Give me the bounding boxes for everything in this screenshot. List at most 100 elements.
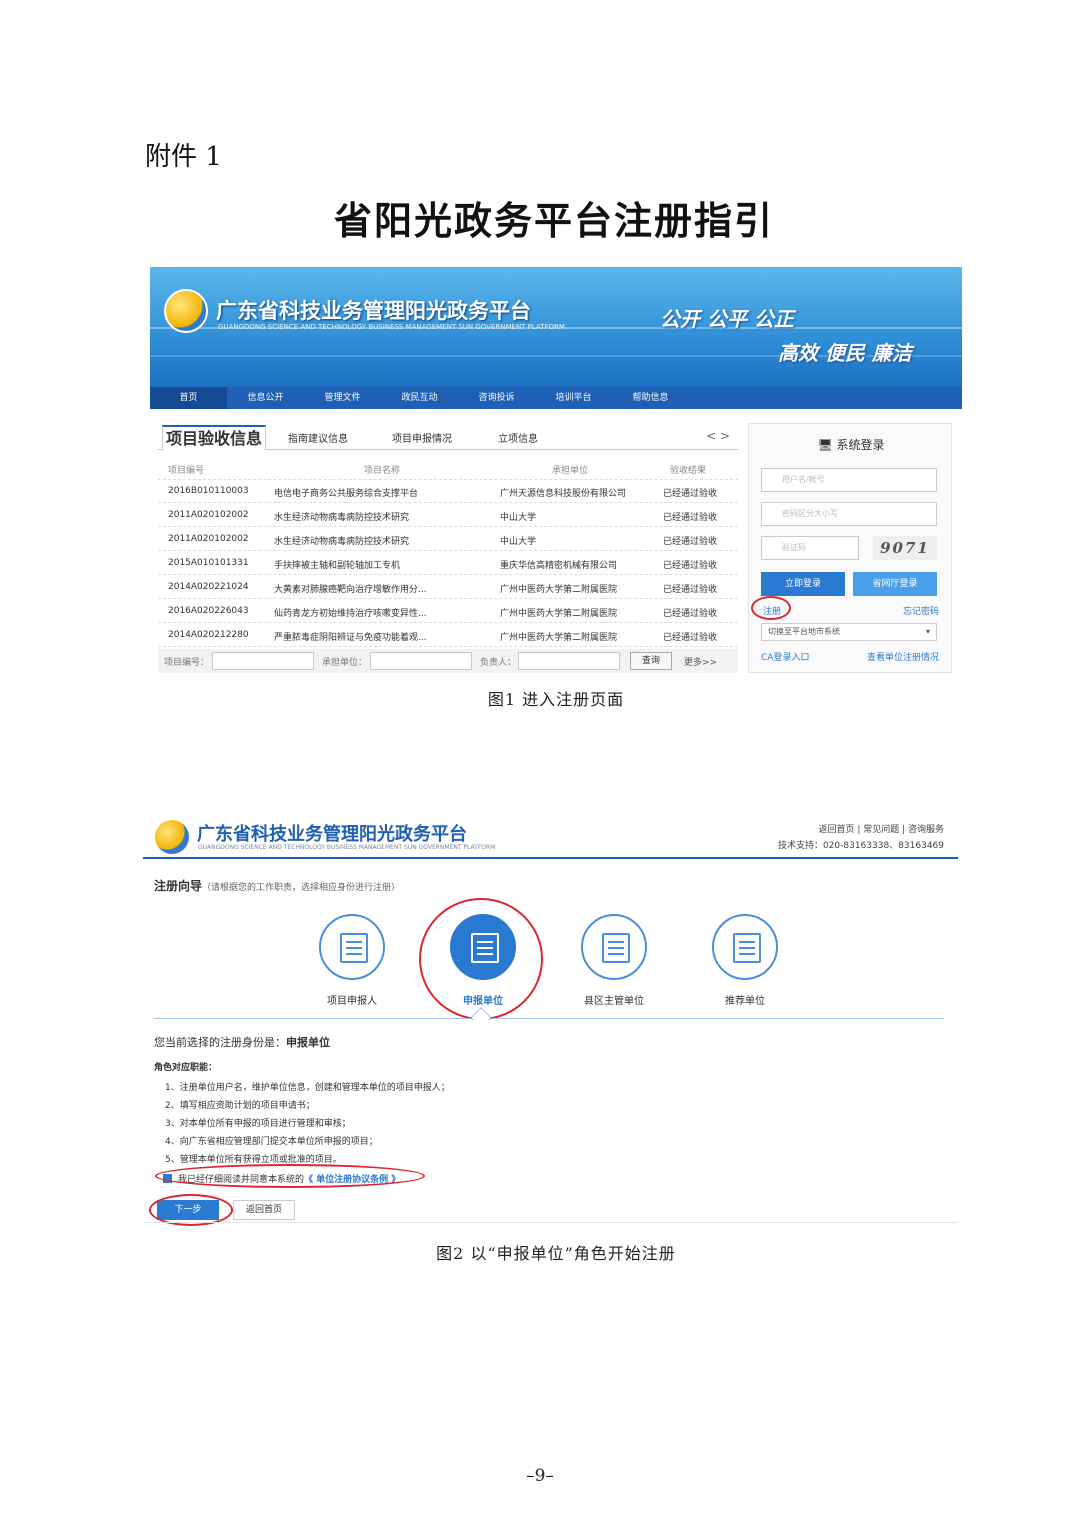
banner-slogan-2: 高效 便民 廉洁 (778, 341, 912, 365)
table-header-row: 项目编号 项目名称 承担单位 验收结果 (158, 457, 738, 480)
nav-help[interactable]: 帮助信息 (612, 387, 689, 409)
role-label-applicant: 项目申报人 (327, 996, 377, 1007)
cell-result: 已经通过验收 (663, 537, 718, 547)
duty-item: 1、注册单位用户名，维护单位信息，创建和管理本单位的项目申报人； (165, 1083, 450, 1093)
city-system-select[interactable]: 切换至平台地市系统 ▾ (761, 623, 937, 641)
table-row[interactable]: 2014A020221024 大黄素对肺腺癌靶向治疗增敏作用分... 广州中医药… (158, 576, 738, 599)
chevron-down-icon: ▾ (925, 627, 930, 636)
login-button[interactable]: 立即登录 (761, 572, 845, 596)
cell-unit: 广州天源信息科技股份有限公司 (500, 489, 627, 499)
highlight-circle (419, 898, 543, 1020)
platform-logo-icon (155, 820, 189, 854)
check-unit-registration-link[interactable]: 查看单位注册情况 (867, 650, 939, 663)
password-input[interactable]: 密码区分大小写 (761, 502, 937, 526)
login-title: 🖥 系统登录 (749, 436, 953, 453)
cell-result: 已经通过验收 (663, 585, 718, 595)
role-label-recommending-unit: 推荐单位 (725, 996, 765, 1007)
highlight-circle (155, 1164, 425, 1188)
duty-item: 2、填写相应资助计划的项目申请书； (165, 1101, 315, 1111)
table-row[interactable]: 2016A020226043 仙药青龙方初始维持治疗咳嗽变异性... 广州中医药… (158, 600, 738, 623)
figure-1-screenshot: 广东省科技业务管理阳光政务平台 GUANGDONG SCIENCE AND TE… (150, 267, 962, 677)
table-row[interactable]: 2014A020212280 严重脓毒症阴阳辨证与免疫功能着观... 广州中医药… (158, 624, 738, 647)
nav-info-public[interactable]: 信息公开 (227, 387, 304, 409)
divider (154, 1018, 944, 1019)
nav-home[interactable]: 首页 (150, 387, 227, 409)
tab-approval-info[interactable]: 立项信息 (498, 430, 538, 445)
column-header: 验收结果 (670, 466, 707, 476)
table-row[interactable]: 2016B010110003 电信电子商务公共服务综合支撑平台 广州天源信息科技… (158, 480, 738, 503)
nav-training[interactable]: 培训平台 (535, 387, 612, 409)
banner-subtitle: GUANGDONG SCIENCE AND TECHNOLOGY BUSINES… (218, 323, 565, 331)
search-label-unit: 承担单位： (322, 658, 368, 668)
current-role-prefix: 您当前选择的注册身份是： (154, 1036, 286, 1049)
duties-title: 角色对应职能： (154, 1063, 218, 1073)
search-bar: 项目编号： 承担单位： 负责人： 查询 更多>> (158, 649, 738, 673)
cell-name[interactable]: 手扶摔被主轴和副轮轴加工专机 (274, 558, 400, 571)
duty-item: 3、对本单位所有申报的项目进行管理和审核； (165, 1119, 351, 1129)
duty-item: 4、向广东省相应管理部门提交本单位所申报的项目； (165, 1137, 378, 1147)
provincial-hall-login-button[interactable]: 省网厅登录 (853, 572, 937, 596)
more-link[interactable]: 更多>> (684, 655, 717, 668)
document-title: 省阳光政务平台注册指引 (333, 198, 774, 243)
cell-name[interactable]: 仙药青龙方初始维持治疗咳嗽变异性... (274, 606, 427, 619)
unit-input[interactable] (370, 652, 472, 670)
info-tabs: 项目验收信息 指南建议信息 项目申报情况 立项信息 < > (158, 425, 738, 450)
guide-hint: （请根据您的工作职责，选择相应身份进行注册） (202, 883, 401, 893)
platform-logo-icon (164, 289, 208, 333)
query-button[interactable]: 查询 (630, 652, 672, 670)
figure-1-caption: 图1 进入注册页面 (487, 690, 625, 709)
nav-interaction[interactable]: 政民互动 (381, 387, 458, 409)
ca-login-link[interactable]: CA登录入口 (761, 650, 809, 663)
cell-name[interactable]: 大黄素对肺腺癌靶向治疗增敏作用分... (274, 582, 427, 595)
tab-acceptance-info[interactable]: 项目验收信息 (162, 425, 266, 450)
tab-scroll-arrows-icon[interactable]: < > (706, 429, 730, 443)
cell-unit: 中山大学 (500, 513, 537, 523)
header-rule (143, 857, 958, 859)
search-label-code: 项目编号： (164, 658, 210, 668)
tech-support: 技术支持：020-83163338、83163469 (777, 841, 944, 851)
login-title-text: 系统登录 (836, 438, 885, 452)
page-number: –9– (526, 1466, 554, 1486)
cell-name[interactable]: 水生经济动物病毒病防控技术研究 (274, 534, 409, 547)
table-row[interactable]: 2011A020102002 水生经济动物病毒病防控技术研究 中山大学 已经通过… (158, 504, 738, 527)
cell-code: 2016A020226043 (168, 606, 249, 616)
column-header: 承担单位 (552, 466, 589, 476)
role-county-authority-option[interactable] (581, 914, 647, 980)
nav-complaints[interactable]: 咨询投诉 (458, 387, 535, 409)
person-input[interactable] (518, 652, 620, 670)
role-applicant-option[interactable] (319, 914, 385, 980)
table-row[interactable]: 2011A020102002 水生经济动物病毒病防控技术研究 中山大学 已经通过… (158, 528, 738, 551)
cell-name[interactable]: 严重脓毒症阴阳辨证与免疫功能着观... (274, 630, 427, 643)
tab-guide-suggestions[interactable]: 指南建议信息 (288, 430, 348, 445)
role-recommending-unit-option[interactable] (712, 914, 778, 980)
current-role-line: 您当前选择的注册身份是：申报单位 (154, 1034, 330, 1050)
figure-2-caption: 图2 以“申报单位”角色开始注册 (436, 1244, 676, 1263)
username-input[interactable]: 用户名/帐号 (761, 468, 937, 492)
cell-code: 2011A020102002 (168, 534, 249, 544)
captcha-input[interactable]: 验证码 (761, 536, 859, 560)
table-row[interactable]: 2015A010101331 手扶摔被主轴和副轮轴加工专机 重庆华信高精密机械有… (158, 552, 738, 575)
cell-code: 2014A020212280 (168, 630, 249, 640)
highlight-circle (751, 596, 791, 620)
project-code-input[interactable] (212, 652, 314, 670)
main-nav: 首页 信息公开 管理文件 政民互动 咨询投诉 培训平台 帮助信息 (150, 387, 962, 409)
building-thumb-icon (733, 933, 761, 963)
column-header: 项目编号 (168, 466, 205, 476)
header-links[interactable]: 返回首页 | 常见问题 | 咨询服务 (818, 822, 944, 835)
cell-code: 2014A020221024 (168, 582, 249, 592)
figure-2-screenshot: 广东省科技业务管理阳光政务平台 GUANGDONG SCIENCE AND TE… (143, 812, 958, 1226)
cell-result: 已经通过验收 (663, 561, 718, 571)
captcha-image[interactable]: 9071 (873, 536, 937, 560)
cell-unit: 中山大学 (500, 537, 537, 547)
tab-application-status[interactable]: 项目申报情况 (392, 430, 452, 445)
cell-name[interactable]: 水生经济动物病毒病防控技术研究 (274, 510, 409, 523)
bottom-rule (143, 1222, 958, 1223)
forgot-password-link[interactable]: 忘记密码 (903, 604, 939, 617)
cell-result: 已经通过验收 (663, 633, 718, 643)
cell-name[interactable]: 电信电子商务公共服务综合支撑平台 (274, 486, 418, 499)
back-home-button[interactable]: 返回首页 (233, 1200, 295, 1220)
current-role-value: 申报单位 (286, 1036, 330, 1049)
guide-title: 注册向导 (154, 879, 203, 893)
monitor-icon: 🖥 (817, 438, 837, 452)
nav-management-docs[interactable]: 管理文件 (304, 387, 381, 409)
